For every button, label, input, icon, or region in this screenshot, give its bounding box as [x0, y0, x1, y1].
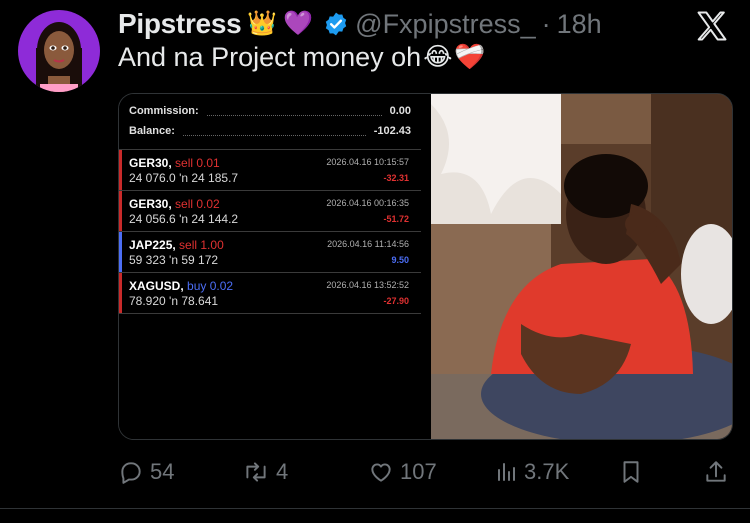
trade-profit: -32.31	[383, 173, 409, 183]
reply-count: 54	[150, 459, 175, 484]
bottom-divider	[0, 508, 750, 509]
trade-symbol: XAGUSD, buy 0.02	[129, 279, 234, 293]
trade-direction: buy 0.02	[187, 279, 234, 293]
trade-date: 2026.04.16 10:15:57	[326, 157, 409, 167]
repost-button[interactable]: 4	[242, 455, 288, 489]
repost-icon	[246, 462, 266, 482]
avatar-image	[18, 10, 100, 92]
trade-accent-bar	[119, 273, 122, 313]
like-button[interactable]: 107	[368, 455, 437, 489]
balance-label: Balance:	[129, 125, 175, 137]
trade-date: 2026.04.16 13:52:52	[326, 280, 409, 290]
repost-count: 4	[276, 459, 289, 484]
views-button[interactable]: 3.7K	[494, 455, 569, 489]
trade-row: JAP225, sell 1.00 59 323 'n 59 172 2026.…	[119, 232, 421, 272]
post-text-body: And na Project money oh	[118, 42, 422, 72]
trade-prices: 78.920 'n 78.641	[129, 294, 219, 308]
trade-accent-bar	[119, 150, 122, 190]
dotted-leader	[182, 127, 366, 136]
share-button[interactable]	[703, 455, 729, 489]
display-name[interactable]: Pipstress	[118, 8, 242, 40]
timestamp[interactable]: 18h	[557, 9, 602, 40]
post-header: Pipstress 👑 💜 @Fxpipstress_ · 18h	[118, 4, 602, 44]
x-logo-icon[interactable]	[694, 8, 730, 44]
trade-row: GER30, sell 0.02 24 056.6 'n 24 144.2 20…	[119, 191, 421, 231]
like-count: 107	[400, 459, 437, 484]
trade-date: 2026.04.16 00:16:35	[326, 198, 409, 208]
views-bar-chart-icon	[498, 463, 515, 481]
verified-badge-icon	[323, 11, 349, 37]
meme-photo	[431, 94, 732, 439]
reply-button[interactable]: 54	[118, 455, 174, 489]
laughing-emoji: 😂	[423, 43, 453, 71]
divider	[119, 313, 421, 314]
trade-direction: sell 0.01	[175, 156, 220, 170]
purple-heart-emoji: 💜	[283, 10, 314, 37]
action-bar: 54 4 107 3.7K	[0, 455, 750, 489]
handle[interactable]: @Fxpipstress_	[355, 9, 535, 40]
commission-value: 0.00	[389, 105, 411, 117]
commission-label: Commission:	[129, 105, 199, 117]
bookmark-icon	[623, 461, 639, 483]
commission-row: Commission: 0.00	[129, 102, 411, 120]
trade-prices: 24 076.0 'n 24 185.7	[129, 171, 239, 185]
crown-emoji: 👑	[247, 10, 278, 37]
view-count: 3.7K	[524, 459, 570, 484]
trade-prices: 24 056.6 'n 24 144.2	[129, 212, 239, 226]
dotted-leader	[206, 107, 382, 116]
trade-date: 2026.04.16 11:14:56	[327, 239, 409, 249]
avatar[interactable]	[18, 10, 100, 92]
trade-symbol: GER30, sell 0.02	[129, 197, 220, 211]
post-text: And na Project money oh 😂 ❤️‍🩹	[118, 42, 486, 73]
mending-heart-emoji: ❤️‍🩹	[454, 43, 486, 71]
sad-boy-illustration	[431, 94, 732, 439]
trade-accent-bar	[119, 232, 122, 272]
trade-profit: -27.90	[383, 296, 409, 306]
balance-value: -102.43	[373, 125, 411, 137]
trade-row: XAGUSD, buy 0.02 78.920 'n 78.641 2026.0…	[119, 273, 421, 313]
trade-accent-bar	[119, 191, 122, 231]
balance-row: Balance: -102.43	[129, 122, 411, 140]
reply-icon	[121, 462, 141, 484]
trade-symbol: JAP225, sell 1.00	[129, 238, 224, 252]
trade-prices: 59 323 'n 59 172	[129, 253, 219, 267]
trade-symbol: GER30, sell 0.01	[129, 156, 220, 170]
trade-profit: 9.50	[391, 255, 409, 265]
share-icon	[706, 461, 726, 482]
bookmark-button[interactable]	[618, 455, 644, 489]
trade-history-screenshot: Commission: 0.00 Balance: -102.43 GER30,…	[119, 94, 431, 439]
trade-profit: -51.72	[383, 214, 409, 224]
trade-direction: sell 0.02	[175, 197, 220, 211]
heart-icon	[371, 463, 391, 482]
trade-row: GER30, sell 0.01 24 076.0 'n 24 185.7 20…	[119, 150, 421, 190]
separator-dot: ·	[541, 8, 551, 39]
post-media[interactable]: Commission: 0.00 Balance: -102.43 GER30,…	[118, 93, 733, 440]
trade-direction: sell 1.00	[179, 238, 224, 252]
